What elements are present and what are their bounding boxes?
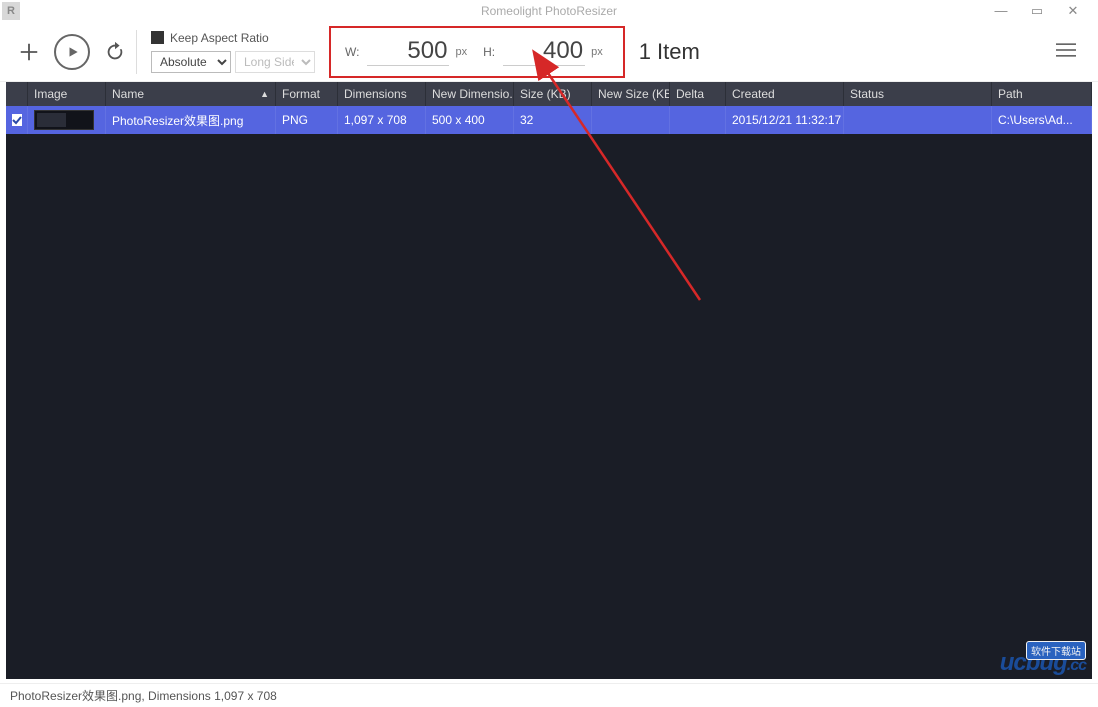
cell-delta	[670, 106, 726, 134]
header-new-dimensions[interactable]: New Dimensio...	[426, 82, 514, 106]
plus-icon	[18, 41, 40, 63]
menu-button[interactable]	[1056, 43, 1076, 60]
cell-format: PNG	[276, 106, 338, 134]
side-select[interactable]: Long Side	[235, 51, 315, 73]
table-row[interactable]: PhotoResizer效果图.png PNG 1,097 x 708 500 …	[6, 106, 1092, 134]
close-button[interactable]: ✕	[1066, 3, 1080, 19]
height-unit: px	[591, 46, 603, 58]
table-header: Image Name▲ Format Dimensions New Dimens…	[6, 82, 1092, 106]
window-title: Romeolight PhotoResizer	[481, 4, 617, 18]
header-format[interactable]: Format	[276, 82, 338, 106]
cell-path: C:\Users\Ad...	[992, 106, 1092, 134]
cell-created: 2015/12/21 11:32:17	[726, 106, 844, 134]
hamburger-icon	[1056, 43, 1076, 57]
cell-status	[844, 106, 992, 134]
item-count: 1 Item	[639, 39, 700, 65]
watermark: 软件下载站 ucbug.cc	[1000, 649, 1086, 677]
maximize-button[interactable]: ▭	[1030, 3, 1044, 19]
toolbar-divider	[136, 30, 137, 74]
header-image[interactable]: Image	[28, 82, 106, 106]
cell-new-size	[592, 106, 670, 134]
checkbox-checked-icon	[12, 114, 22, 126]
cell-name: PhotoResizer效果图.png	[106, 106, 276, 134]
file-table: Image Name▲ Format Dimensions New Dimens…	[6, 82, 1092, 679]
sort-asc-icon: ▲	[260, 89, 269, 99]
width-unit: px	[455, 46, 467, 58]
run-button[interactable]	[54, 34, 90, 70]
header-new-size[interactable]: New Size (KB)	[592, 82, 670, 106]
cell-dimensions: 1,097 x 708	[338, 106, 426, 134]
header-checkbox-cell[interactable]	[6, 82, 28, 106]
cell-thumbnail	[28, 106, 106, 134]
dimensions-panel: W: px H: px	[329, 26, 625, 78]
status-text: PhotoResizer效果图.png, Dimensions 1,097 x …	[10, 687, 277, 704]
titlebar: R Romeolight PhotoResizer — ▭ ✕	[0, 0, 1098, 22]
statusbar: PhotoResizer效果图.png, Dimensions 1,097 x …	[0, 683, 1098, 707]
header-created[interactable]: Created	[726, 82, 844, 106]
keep-aspect-label: Keep Aspect Ratio	[170, 31, 269, 45]
header-dimensions[interactable]: Dimensions	[338, 82, 426, 106]
keep-aspect-checkbox[interactable]	[151, 31, 164, 44]
mode-select[interactable]: Absolute	[151, 51, 231, 73]
header-size[interactable]: Size (KB)	[514, 82, 592, 106]
refresh-button[interactable]	[104, 41, 126, 63]
header-path[interactable]: Path	[992, 82, 1092, 106]
resize-options: Keep Aspect Ratio Absolute Long Side	[147, 31, 315, 73]
minimize-button[interactable]: —	[994, 3, 1008, 19]
watermark-subtitle: 软件下载站	[1026, 641, 1086, 660]
header-name[interactable]: Name▲	[106, 82, 276, 106]
row-checkbox[interactable]	[6, 106, 28, 134]
header-status[interactable]: Status	[844, 82, 992, 106]
width-label: W:	[345, 45, 359, 59]
header-delta[interactable]: Delta	[670, 82, 726, 106]
refresh-icon	[104, 41, 126, 63]
cell-size: 32	[514, 106, 592, 134]
height-label: H:	[483, 45, 495, 59]
width-input[interactable]	[367, 37, 449, 66]
height-input[interactable]	[503, 37, 585, 66]
app-icon: R	[2, 2, 20, 20]
play-icon	[54, 34, 90, 70]
add-button[interactable]	[18, 41, 40, 63]
toolbar: Keep Aspect Ratio Absolute Long Side W: …	[0, 22, 1098, 82]
window-controls: — ▭ ✕	[994, 3, 1098, 19]
cell-new-dimensions: 500 x 400	[426, 106, 514, 134]
